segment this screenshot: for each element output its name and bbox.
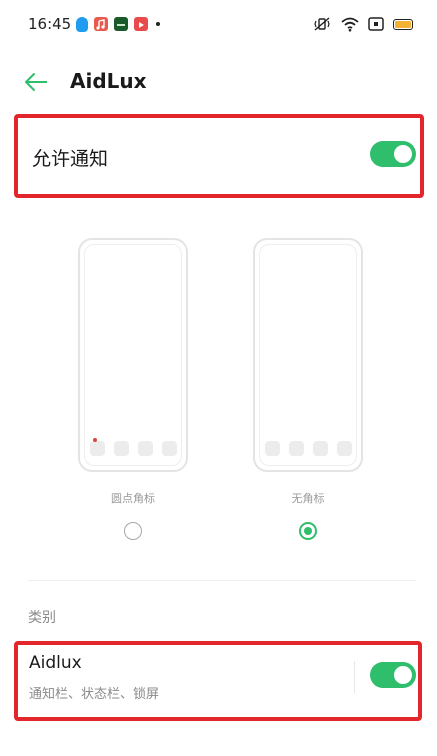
status-bar: 16:45 bbox=[0, 0, 437, 50]
battery-icon bbox=[393, 18, 413, 30]
badge-style-label-none: 无角标 bbox=[291, 492, 325, 505]
qq-icon bbox=[76, 16, 88, 32]
category-aidlux-toggle[interactable] bbox=[370, 662, 416, 688]
category-item-aidlux[interactable]: Aidlux 通知栏、状态栏、锁屏 bbox=[14, 641, 422, 721]
mute-vibrate-icon bbox=[314, 17, 330, 31]
app-placeholder-icon bbox=[114, 441, 129, 456]
category-section-label: 类别 bbox=[28, 610, 56, 626]
back-button[interactable] bbox=[22, 68, 52, 96]
more-notifications-icon bbox=[156, 22, 160, 26]
wifi-icon bbox=[341, 17, 359, 31]
app-placeholder-icon bbox=[289, 441, 304, 456]
preview-dock bbox=[265, 441, 352, 456]
phone-screen bbox=[84, 244, 182, 466]
badge-style-preview-none[interactable] bbox=[253, 238, 363, 472]
app-placeholder-icon bbox=[138, 441, 153, 456]
category-item-subtitle: 通知栏、状态栏、锁屏 bbox=[29, 687, 160, 702]
badge-style-radio-none[interactable] bbox=[299, 522, 317, 540]
preview-dock bbox=[90, 438, 177, 456]
category-item-title: Aidlux bbox=[29, 653, 82, 673]
radio-selected-dot bbox=[304, 527, 312, 535]
app-placeholder-icon bbox=[265, 441, 280, 456]
notification-icons bbox=[76, 15, 160, 33]
toggle-knob bbox=[394, 145, 412, 163]
phone-screen bbox=[259, 244, 357, 466]
allow-notifications-label: 允许通知 bbox=[32, 148, 109, 170]
status-time: 16:45 bbox=[28, 15, 72, 33]
section-divider bbox=[28, 580, 416, 581]
allow-notifications-row: 允许通知 bbox=[14, 114, 424, 198]
allow-notifications-toggle[interactable] bbox=[370, 141, 416, 167]
app-bar: AidLux bbox=[0, 56, 437, 108]
music-app-icon bbox=[94, 17, 108, 31]
badge-dot-icon bbox=[93, 438, 97, 442]
green-app-icon bbox=[114, 17, 128, 31]
page-title: AidLux bbox=[70, 69, 147, 93]
app-placeholder-icon bbox=[90, 438, 105, 456]
back-arrow-icon bbox=[25, 73, 47, 91]
system-status-icons bbox=[312, 14, 413, 34]
badge-style-radio-dot[interactable] bbox=[124, 522, 142, 540]
app-placeholder-icon bbox=[337, 441, 352, 456]
badge-style-label-dot: 圆点角标 bbox=[111, 492, 155, 505]
battery-level bbox=[395, 20, 411, 28]
app-placeholder-icon bbox=[162, 441, 177, 456]
badge-style-preview-dot[interactable] bbox=[78, 238, 188, 472]
app-placeholder-icon bbox=[313, 441, 328, 456]
video-app-icon bbox=[134, 17, 148, 31]
toggle-knob bbox=[394, 666, 412, 684]
sim-card-icon bbox=[368, 17, 384, 31]
vertical-divider bbox=[354, 661, 355, 693]
